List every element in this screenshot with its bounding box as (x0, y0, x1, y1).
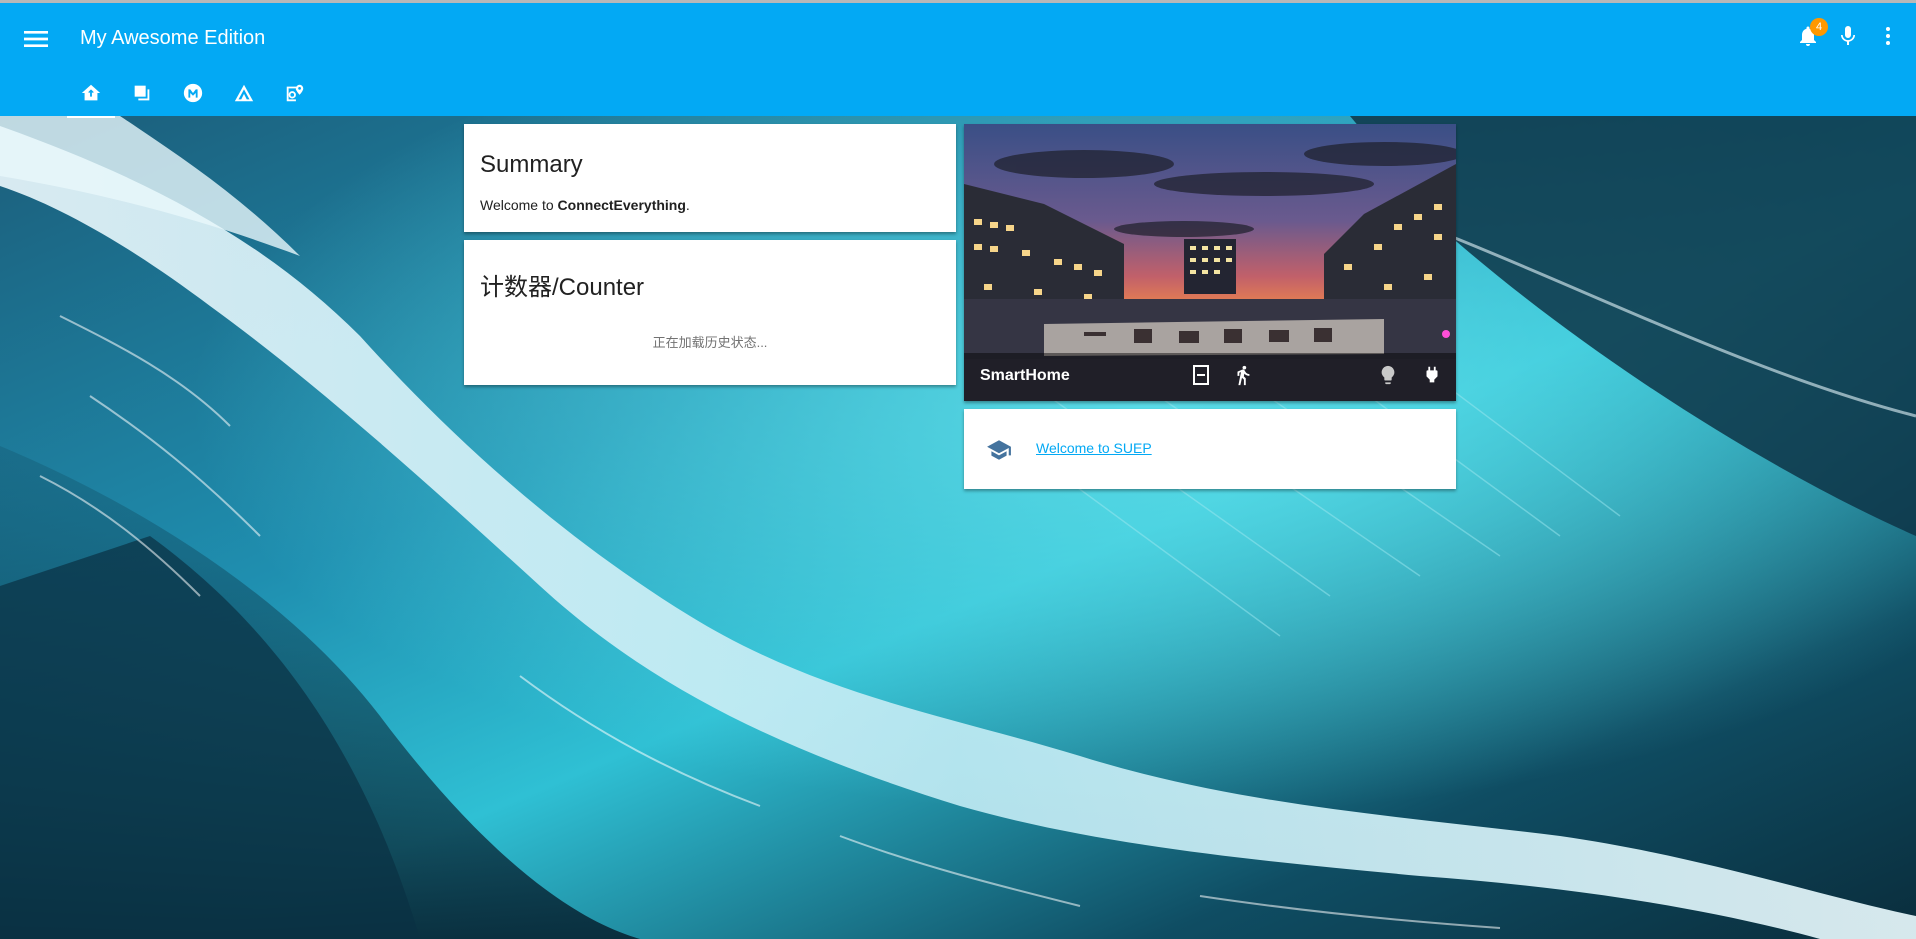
summary-text: Welcome to ConnectEverything. (480, 197, 690, 213)
walk-icon (1232, 364, 1254, 391)
menu-icon[interactable] (20, 23, 52, 55)
tab-home[interactable] (67, 75, 115, 118)
welcome-suep-link[interactable]: Welcome to SUEP (1036, 440, 1152, 456)
overflow-menu-button[interactable] (1870, 20, 1906, 56)
door-sensor-button[interactable] (1185, 361, 1217, 393)
switch-button[interactable] (1416, 361, 1448, 393)
motion-sensor-button[interactable] (1227, 361, 1259, 393)
layers-icon (131, 82, 153, 109)
tab-metro[interactable] (169, 75, 217, 116)
suep-link-card: Welcome to SUEP (964, 409, 1456, 489)
card-title: Summary (480, 151, 583, 178)
counter-card: 计数器/Counter 正在加载历史状态... (464, 240, 956, 385)
tab-map[interactable] (271, 75, 319, 116)
notification-count-badge: 4 (1810, 18, 1828, 36)
smarthome-picture-card[interactable]: SmartHome (964, 124, 1456, 401)
map-search-icon (284, 82, 306, 109)
lightbulb-icon (1377, 364, 1399, 391)
microphone-icon (1836, 24, 1860, 53)
background-image (0, 116, 1916, 939)
brand-name: ConnectEverything (557, 197, 686, 213)
picture-card-footer: SmartHome (964, 353, 1456, 401)
door-icon (1191, 364, 1211, 391)
app-header: My Awesome Edition 4 (0, 3, 1916, 118)
tent-icon (233, 82, 255, 109)
dots-vertical-icon (1876, 24, 1900, 53)
tab-tent[interactable] (220, 75, 268, 116)
tab-layers[interactable] (118, 75, 166, 116)
app-title: My Awesome Edition (80, 27, 266, 49)
card-title: 计数器/Counter (480, 274, 645, 301)
power-plug-icon (1421, 364, 1443, 391)
metro-icon (182, 82, 204, 109)
school-icon (986, 437, 1012, 463)
home-automation-icon (80, 82, 102, 109)
notifications-button[interactable]: 4 (1790, 18, 1828, 56)
light-button[interactable] (1372, 361, 1404, 393)
picture-card-title: SmartHome (980, 367, 1070, 384)
summary-card: Summary Welcome to ConnectEverything. (464, 124, 956, 232)
loading-status: 正在加载历史状态... (652, 335, 768, 350)
voice-button[interactable] (1830, 20, 1866, 56)
